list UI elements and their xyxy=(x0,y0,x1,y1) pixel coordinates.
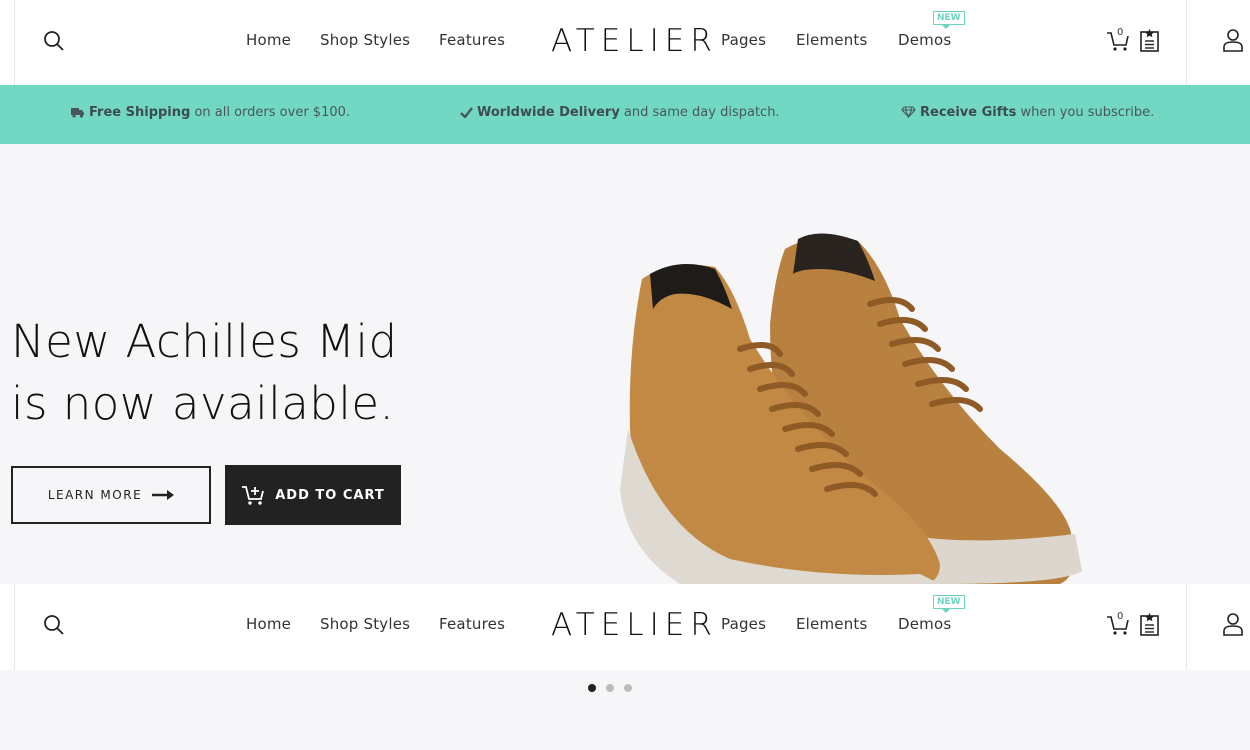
header-divider-left xyxy=(14,0,15,85)
nav-pages[interactable]: Pages xyxy=(721,615,766,633)
nav-shop-styles[interactable]: Shop Styles xyxy=(320,31,410,49)
nav-home[interactable]: Home xyxy=(246,31,291,49)
promo-shipping-bold: Free Shipping xyxy=(89,105,191,120)
promo-gifts-text: when you subscribe. xyxy=(1016,105,1155,120)
promo-delivery-text: and same day dispatch. xyxy=(619,105,780,120)
hero-slide: New Achilles Mid is now available. LEARN… xyxy=(0,144,1250,584)
nav-elements[interactable]: Elements xyxy=(796,615,868,633)
nav-pages[interactable]: Pages xyxy=(721,31,766,49)
add-to-cart-button[interactable]: ADD TO CART xyxy=(225,465,401,525)
check-icon xyxy=(460,107,473,119)
slider-dot-2[interactable] xyxy=(606,684,614,692)
hero-headline-line1: New Achilles Mid xyxy=(11,315,398,368)
product-shoe-image xyxy=(620,233,1082,584)
arrow-right-icon xyxy=(152,490,175,500)
search-icon[interactable] xyxy=(43,30,65,52)
brand-logo[interactable]: ATELIER xyxy=(551,23,718,59)
sticky-header: Home Shop Styles Features ATELIER Pages … xyxy=(0,584,1250,670)
cart-count: 0 xyxy=(1117,27,1124,38)
nav-home[interactable]: Home xyxy=(246,615,291,633)
slider-dot-1[interactable] xyxy=(588,684,596,692)
nav-demos[interactable]: Demos xyxy=(898,31,951,49)
header-divider-left xyxy=(14,584,15,670)
hero-headline-line2: is now available. xyxy=(11,377,395,430)
user-icon[interactable] xyxy=(1223,28,1243,52)
wishlist-icon[interactable] xyxy=(1139,28,1160,52)
add-cart-icon xyxy=(242,486,265,505)
search-icon[interactable] xyxy=(43,614,65,636)
nav-features[interactable]: Features xyxy=(439,615,505,633)
add-to-cart-label: ADD TO CART xyxy=(275,487,385,503)
user-icon[interactable] xyxy=(1223,612,1243,636)
nav-features[interactable]: Features xyxy=(439,31,505,49)
slider-dot-3[interactable] xyxy=(624,684,632,692)
nav-demos[interactable]: Demos xyxy=(898,615,951,633)
promo-shipping: Free Shipping on all orders over $100. xyxy=(71,105,350,120)
nav-elements[interactable]: Elements xyxy=(796,31,868,49)
brand-logo[interactable]: ATELIER xyxy=(551,607,718,643)
hero-headline: New Achilles Mid is now available. xyxy=(11,311,398,435)
promo-delivery: Worldwide Delivery and same day dispatch… xyxy=(460,105,780,120)
promo-bar: Free Shipping on all orders over $100. W… xyxy=(0,85,1250,144)
truck-icon xyxy=(71,108,84,118)
cart-count: 0 xyxy=(1117,611,1124,622)
promo-shipping-text: on all orders over $100. xyxy=(190,105,351,120)
main-header: Home Shop Styles Features ATELIER Pages … xyxy=(0,0,1250,85)
learn-more-label: LEARN MORE xyxy=(47,488,143,502)
wishlist-icon[interactable] xyxy=(1139,612,1160,636)
learn-more-button[interactable]: LEARN MORE xyxy=(11,466,211,524)
nav-shop-styles[interactable]: Shop Styles xyxy=(320,615,410,633)
promo-delivery-bold: Worldwide Delivery xyxy=(477,105,620,120)
header-divider-right xyxy=(1186,0,1187,85)
slider-pagination xyxy=(588,684,632,692)
promo-gifts-bold: Receive Gifts xyxy=(920,105,1017,120)
diamond-icon xyxy=(901,106,916,119)
new-badge: NEW xyxy=(933,11,965,29)
new-badge: NEW xyxy=(933,595,965,613)
promo-gifts: Receive Gifts when you subscribe. xyxy=(901,105,1154,120)
header-divider-right xyxy=(1186,584,1187,670)
